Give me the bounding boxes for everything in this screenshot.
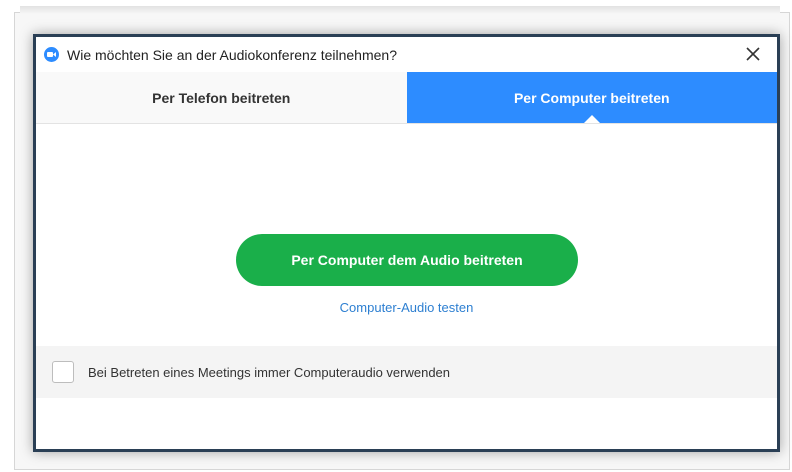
background-strip: [20, 6, 780, 14]
always-use-computer-audio-checkbox[interactable]: [52, 361, 74, 383]
join-button-label: Per Computer dem Audio beitreten: [291, 252, 523, 268]
tab-computer-label: Per Computer beitreten: [513, 89, 670, 106]
join-computer-audio-button[interactable]: Per Computer dem Audio beitreten: [236, 234, 578, 286]
zoom-camera-icon: [44, 47, 59, 62]
dialog-title: Wie möchten Sie an der Audiokonferenz te…: [67, 46, 397, 63]
test-computer-audio-link[interactable]: Computer-Audio testen: [36, 300, 777, 315]
tab-phone-label: Per Telefon beitreten: [152, 89, 291, 106]
title-bar: Wie möchten Sie an der Audiokonferenz te…: [36, 37, 777, 72]
audio-dialog: Wie möchten Sie an der Audiokonferenz te…: [33, 34, 780, 452]
tab-computer[interactable]: Per Computer beitreten: [406, 72, 777, 123]
tab-phone[interactable]: Per Telefon beitreten: [36, 72, 407, 123]
close-icon: [746, 47, 760, 61]
close-button[interactable]: [741, 42, 765, 66]
selected-tab-caret-icon: [583, 115, 600, 123]
tab-bar: Per Telefon beitreten Per Computer beitr…: [36, 72, 777, 124]
footer-bar: Bei Betreten eines Meetings immer Comput…: [36, 346, 777, 398]
tab-content: Per Computer dem Audio beitreten Compute…: [36, 124, 777, 398]
checkbox-label: Bei Betreten eines Meetings immer Comput…: [88, 364, 451, 380]
